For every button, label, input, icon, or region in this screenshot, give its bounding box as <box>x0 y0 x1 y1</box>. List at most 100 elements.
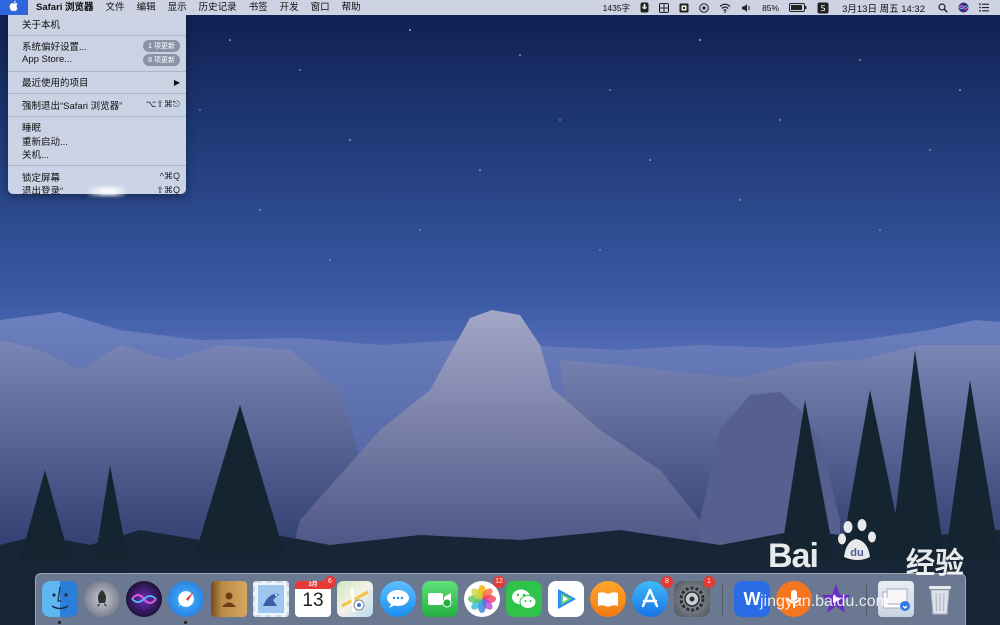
menu-item-force-quit[interactable]: 强制退出“Safari 浏览器” ⌥⇧⌘⎋ <box>8 98 186 112</box>
menu-history[interactable]: 历史记录 <box>193 0 243 15</box>
gear-icon <box>679 586 705 612</box>
menu-item-about-this-mac[interactable]: 关于本机 <box>8 17 186 31</box>
chat-bubble-icon <box>387 590 409 608</box>
grid-app-icon[interactable] <box>654 0 674 15</box>
compass-icon <box>178 591 194 607</box>
photos-flower-icon <box>468 585 496 613</box>
dock-launchpad[interactable] <box>84 581 120 617</box>
watermark-url: jingyan.baidu.com <box>760 593 889 610</box>
menu-separator <box>8 34 186 36</box>
svg-text:du: du <box>850 547 863 559</box>
menu-item-label: 强制退出“Safari 浏览器” <box>22 100 123 112</box>
calendar-day: 13 <box>302 590 324 611</box>
dock-safari[interactable] <box>168 581 204 617</box>
dock-app-store[interactable]: 8 <box>632 576 673 617</box>
app-store-a-icon <box>641 588 659 608</box>
menu-item-label: App Store... <box>22 54 73 66</box>
update-badge: 1 项更新 <box>143 40 180 53</box>
menu-item-logout[interactable]: 退出登录“ ⇧⌘Q <box>8 184 186 198</box>
menu-item-label: 锁定屏幕 <box>22 172 61 184</box>
dock-finder[interactable] <box>42 581 78 617</box>
word-count-status[interactable]: 1435字 <box>598 0 635 15</box>
menu-item-system-preferences[interactable]: 系统偏好设置... 1 项更新 <box>8 40 186 53</box>
spotlight-search-icon[interactable] <box>933 0 953 15</box>
menu-item-label: 最近使用的项目 <box>22 78 89 90</box>
menu-separator <box>8 165 186 166</box>
keyboard-shortcut: ⇧⌘Q <box>156 184 180 195</box>
svg-text:S: S <box>821 4 826 13</box>
dock-separator <box>722 584 723 616</box>
dock-mail[interactable] <box>253 581 289 617</box>
finder-icon <box>51 586 69 610</box>
redacted-username <box>88 186 126 196</box>
dock-siri[interactable] <box>126 581 162 617</box>
menubar-clock[interactable]: 3月13日 周五 14:32 <box>834 0 933 15</box>
volume-icon[interactable] <box>736 0 757 15</box>
watermark-brand: Bai <box>768 537 819 575</box>
dock-messages[interactable] <box>380 581 416 617</box>
photos-badge: 12 <box>493 576 505 588</box>
battery-icon[interactable] <box>784 0 812 15</box>
apple-menu-dropdown: 关于本机 系统偏好设置... 1 项更新 App Store... 8 项更新 … <box>8 15 186 197</box>
sysprefs-badge: 1 <box>703 576 715 588</box>
menu-item-label: 关机... <box>22 150 49 162</box>
dock-contacts[interactable] <box>211 581 247 617</box>
dock-tencent-video[interactable] <box>548 581 584 617</box>
keyboard-shortcut: ⌥⇧⌘⎋ <box>145 99 180 110</box>
running-indicator <box>58 621 61 624</box>
menu-separator <box>8 115 186 117</box>
notification-center-icon[interactable] <box>974 0 994 15</box>
map-pin-icon <box>341 587 369 613</box>
status-circle-icon[interactable] <box>694 0 714 15</box>
menu-app-name[interactable]: Safari 浏览器 <box>28 0 100 15</box>
dock-calendar[interactable]: 3月 13 6 <box>295 576 336 617</box>
update-badge: 8 项更新 <box>143 53 180 66</box>
contact-book-icon <box>222 592 236 607</box>
menu-item-sleep[interactable]: 睡眠 <box>8 121 186 135</box>
dock-system-preferences[interactable]: 1 <box>674 576 715 617</box>
microphone-icon[interactable] <box>635 0 654 15</box>
menu-item-label: 重新启动... <box>22 136 68 148</box>
calendar-badge: 6 <box>324 576 336 588</box>
watermark-brand-2: 经验 <box>906 548 965 580</box>
menu-file[interactable]: 文件 <box>100 0 131 15</box>
menu-bookmarks[interactable]: 书签 <box>243 0 274 15</box>
menu-item-shutdown[interactable]: 关机... <box>8 148 186 162</box>
wps-w-icon: W <box>743 588 761 609</box>
battery-percent[interactable]: 85% <box>757 0 784 15</box>
open-book-icon <box>598 592 618 607</box>
menu-bar: Safari 浏览器 文件 编辑 显示 历史记录 书签 开发 窗口 帮助 143… <box>0 0 1000 15</box>
menu-separator <box>8 93 186 94</box>
rocket-icon <box>97 590 107 607</box>
capture-app-icon[interactable] <box>674 0 694 15</box>
dock-maps[interactable] <box>337 581 373 617</box>
video-camera-icon <box>428 593 452 608</box>
siri-wave-icon <box>131 594 157 604</box>
video-play-icon <box>558 589 576 609</box>
submenu-arrow-icon: ▶ <box>173 77 180 87</box>
dock-facetime[interactable] <box>422 581 458 617</box>
menu-window[interactable]: 窗口 <box>305 0 336 15</box>
menu-view[interactable]: 显示 <box>162 0 193 15</box>
dock-books[interactable] <box>590 581 626 617</box>
dock-wechat[interactable] <box>506 581 542 617</box>
apple-menu-button[interactable] <box>0 0 28 15</box>
dock-photos[interactable]: 12 <box>464 576 505 617</box>
menu-help[interactable]: 帮助 <box>336 0 367 15</box>
menu-item-label: 睡眠 <box>22 123 42 135</box>
menu-item-restart[interactable]: 重新启动... <box>8 134 186 148</box>
wifi-icon[interactable] <box>714 0 736 15</box>
menu-edit[interactable]: 编辑 <box>131 0 162 15</box>
running-indicator <box>184 621 187 624</box>
wechat-icon <box>512 589 537 609</box>
input-source-icon[interactable]: S <box>812 0 834 15</box>
paw-logo-icon: du <box>838 519 876 560</box>
menu-develop[interactable]: 开发 <box>274 0 305 15</box>
menu-item-recent-items[interactable]: 最近使用的项目 ▶ <box>8 76 186 90</box>
menu-item-lock-screen[interactable]: 锁定屏幕 ^⌘Q <box>8 170 186 184</box>
keyboard-shortcut: ^⌘Q <box>159 171 180 182</box>
menu-item-label: 关于本机 <box>22 19 61 31</box>
siri-icon[interactable] <box>953 0 974 15</box>
menu-separator <box>8 70 186 72</box>
menu-item-app-store[interactable]: App Store... 8 项更新 <box>8 53 186 67</box>
